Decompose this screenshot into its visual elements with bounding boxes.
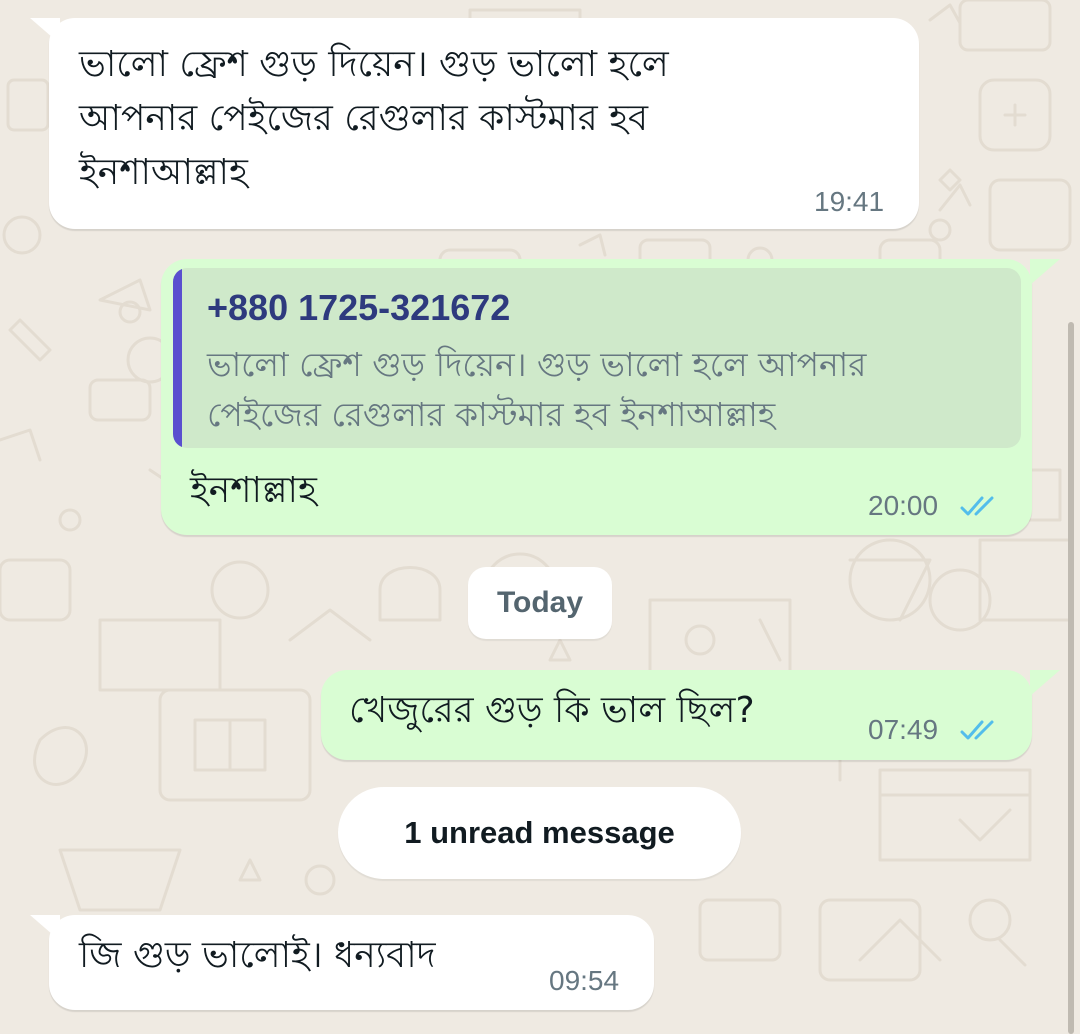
message-text-line: ইনশাআল্লাহ [79, 152, 248, 193]
outgoing-bubble-tail [1030, 259, 1060, 285]
quoted-text-line: ভালো ফ্রেশ গুড় দিয়েন। গুড় ভালো হলে আপ… [207, 345, 867, 384]
incoming-message-bubble[interactable]: ভালো ফ্রেশ গুড় দিয়েন। গুড় ভালো হলে আপ… [49, 18, 919, 229]
quoted-message-text: ভালো ফ্রেশ গুড় দিয়েন। গুড় ভালো হলে আপ… [207, 340, 997, 440]
unread-messages-divider: 1 unread message [338, 787, 741, 879]
message-text: ইনশাল্লাহ [190, 470, 317, 511]
message-timestamp: 20:00 [868, 490, 939, 521]
incoming-bubble-tail [30, 18, 60, 44]
double-check-read-icon [960, 720, 994, 740]
date-divider: Today [468, 567, 612, 639]
quoted-text-line: পেইজের রেগুলার কাস্টমার হব ইনশাআল্লাহ [207, 395, 776, 434]
outgoing-bubble-tail [1030, 670, 1060, 696]
message-timestamp: 07:49 [868, 714, 939, 745]
incoming-bubble-tail [30, 915, 60, 941]
message-text-line: আপনার পেইজের রেগুলার কাস্টমার হব [79, 98, 649, 139]
message-timestamp: 19:41 [814, 186, 885, 217]
quoted-message-author: +880 1725-321672 [207, 287, 511, 328]
double-check-read-icon [960, 496, 994, 516]
quote-accent-bar [173, 268, 182, 448]
message-text-line: ভালো ফ্রেশ গুড় দিয়েন। গুড় ভালো হলে [79, 44, 669, 85]
incoming-message-bubble[interactable]: জি গুড় ভালোই। ধন্যবাদ 09:54 [49, 915, 654, 1010]
message-text: ভালো ফ্রেশ গুড় দিয়েন। গুড় ভালো হলে আপ… [79, 38, 669, 200]
message-text: খেজুরের গুড় কি ভাল ছিল? [349, 690, 755, 731]
chat-scrollbar[interactable] [1068, 322, 1074, 1034]
message-timestamp: 09:54 [549, 965, 620, 996]
outgoing-message-bubble[interactable]: খেজুরের গুড় কি ভাল ছিল? 07:49 [321, 670, 1032, 760]
quoted-message[interactable]: +880 1725-321672 ভালো ফ্রেশ গুড় দিয়েন।… [173, 268, 1021, 448]
message-text: জি গুড় ভালোই। ধন্যবাদ [79, 935, 436, 976]
